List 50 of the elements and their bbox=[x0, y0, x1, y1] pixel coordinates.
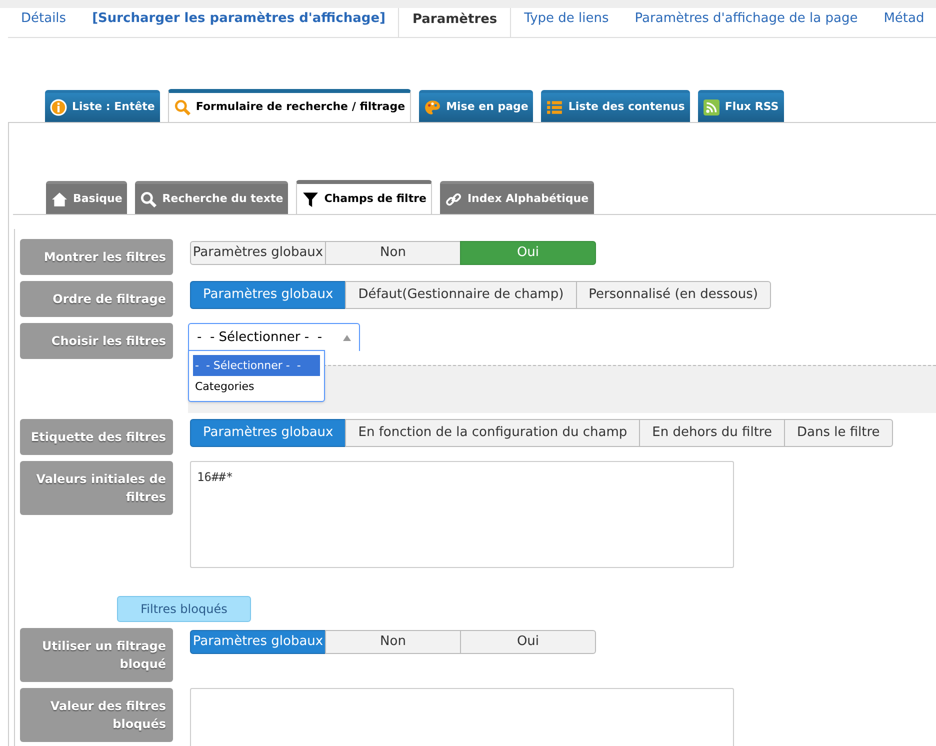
rss-icon bbox=[702, 99, 720, 116]
text-area[interactable]: 16##* bbox=[190, 461, 734, 568]
field-label: Valeur des filtres bloqués bbox=[20, 688, 173, 742]
tab[interactable]: Basique bbox=[46, 181, 128, 214]
option-button[interactable]: Paramètres globaux bbox=[190, 241, 326, 265]
tab[interactable]: Paramètres d'affichage de la page bbox=[622, 8, 871, 37]
caret-icon bbox=[343, 334, 351, 340]
field-label: Montrer les filtres bbox=[20, 239, 173, 275]
info-icon bbox=[50, 99, 67, 116]
tab[interactable]: Liste des contenus bbox=[541, 90, 690, 122]
option-button[interactable]: Non bbox=[325, 630, 461, 654]
palette-icon bbox=[424, 99, 442, 116]
tab[interactable]: Mise en page bbox=[419, 90, 534, 122]
section-heading: Filtres bloqués bbox=[117, 596, 251, 622]
option-button[interactable]: Oui bbox=[460, 241, 596, 265]
option-button[interactable]: Oui bbox=[460, 630, 596, 654]
tab[interactable]: Flux RSS bbox=[698, 90, 784, 122]
select-field[interactable]: - - Sélectionner - - bbox=[188, 323, 360, 351]
search-icon bbox=[174, 99, 191, 116]
option-button[interactable]: Paramètres globaux bbox=[190, 281, 346, 309]
tab[interactable]: Paramètres bbox=[398, 8, 512, 37]
tab[interactable]: Recherche du texte bbox=[135, 181, 288, 214]
home-icon bbox=[51, 190, 68, 208]
field-label: Ordre de filtrage bbox=[20, 281, 173, 317]
tab[interactable]: Détails bbox=[8, 8, 80, 37]
field-label: Valeurs initiales de filtres bbox=[20, 461, 173, 515]
tab[interactable]: Type de liens bbox=[511, 8, 622, 37]
filter-icon bbox=[302, 190, 320, 208]
field-label: Etiquette des filtres bbox=[20, 419, 173, 455]
option-button[interactable]: Défaut(Gestionnaire de champ) bbox=[345, 281, 577, 309]
option-button[interactable]: Paramètres globaux bbox=[190, 630, 326, 654]
option-button[interactable]: Personnalisé (en dessous) bbox=[576, 281, 771, 309]
tab[interactable]: Liste : Entête bbox=[45, 90, 160, 122]
dropdown-option[interactable]: - - Sélectionner - - bbox=[193, 355, 320, 376]
tab[interactable]: Champs de filtre bbox=[296, 180, 432, 215]
field-label: Choisir les filtres bbox=[20, 323, 173, 359]
tab[interactable]: Index Alphabétique bbox=[440, 181, 594, 214]
option-button[interactable]: Dans le filtre bbox=[784, 419, 893, 447]
search-icon bbox=[140, 190, 158, 208]
tab[interactable]: [Surcharger les paramètres d'affichage] bbox=[79, 8, 398, 37]
option-button[interactable]: En fonction de la configuration du champ bbox=[345, 419, 640, 447]
link-icon bbox=[445, 190, 462, 208]
option-button[interactable]: Non bbox=[325, 241, 461, 265]
option-button[interactable]: En dehors du filtre bbox=[639, 419, 785, 447]
list-icon bbox=[546, 99, 564, 116]
dropdown-option[interactable]: Categories bbox=[193, 376, 320, 397]
field-label: Utiliser un filtrage bloqué bbox=[20, 628, 173, 682]
option-button[interactable]: Paramètres globaux bbox=[190, 419, 346, 447]
tab[interactable]: Formulaire de recherche / filtrage bbox=[168, 89, 412, 123]
tab[interactable]: Métad bbox=[870, 8, 936, 37]
